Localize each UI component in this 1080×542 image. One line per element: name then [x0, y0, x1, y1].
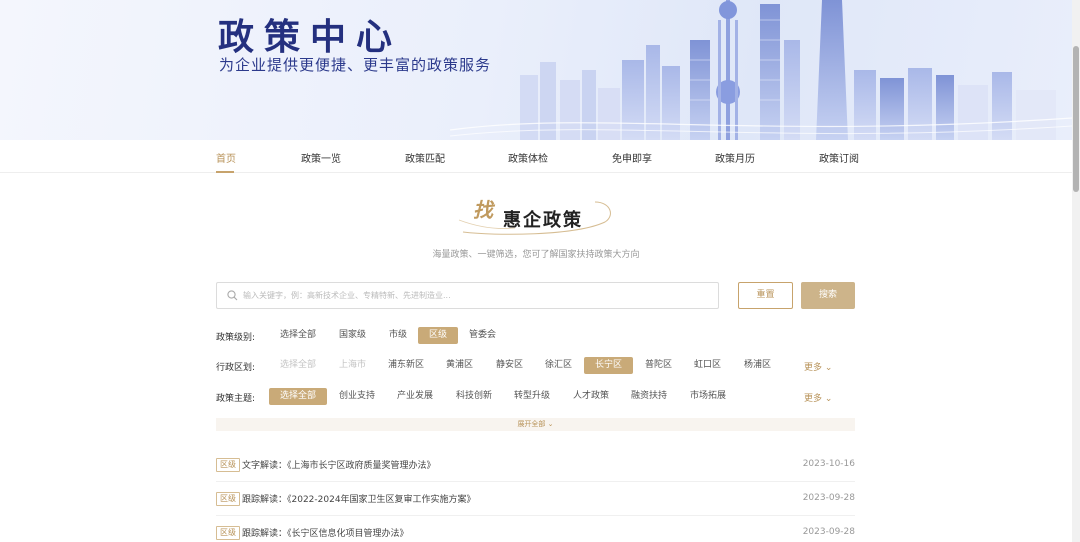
nav-item-policy-match[interactable]: 政策匹配: [405, 150, 445, 165]
filter-more-theme[interactable]: 更多 ⌄: [804, 391, 832, 404]
heading-subtitle: 海量政策、一键筛选，您可了解国家扶持政策大方向: [432, 250, 640, 260]
heading-title: 惠企政策: [503, 210, 583, 231]
filter-chip-district-putuo[interactable]: 普陀区: [634, 357, 683, 374]
filter-chip-theme-market[interactable]: 市场拓展: [679, 388, 737, 405]
search-button[interactable]: 搜索: [801, 282, 855, 309]
nav-item-policy-calendar[interactable]: 政策月历: [715, 150, 755, 165]
filter-chip-level-all[interactable]: 选择全部: [269, 327, 327, 344]
expand-all-label: 展开全部: [517, 420, 546, 428]
policy-list-item[interactable]: 区级 跟踪解读：《2022-2024年国家卫生区复审工作实施方案》 2023-0…: [216, 483, 855, 516]
filter-more-theme-label: 更多: [804, 394, 823, 404]
policy-list-item[interactable]: 区级 跟踪解读：《长宁区信息化项目管理办法》 2023-09-28: [216, 517, 855, 542]
banner-subtitle: 为企业提供更便捷、更丰富的政策服务: [219, 56, 492, 74]
chevron-down-icon: ⌄: [824, 394, 833, 404]
filter-chip-theme-upgrade[interactable]: 转型升级: [503, 388, 561, 405]
filter-chip-district-jingan[interactable]: 静安区: [485, 357, 534, 374]
nav-item-home[interactable]: 首页: [216, 150, 236, 165]
filter-chip-district-changning[interactable]: 长宁区: [584, 357, 634, 374]
filter-label-district: 行政区划:: [216, 363, 256, 373]
filter-more-district[interactable]: 更多 ⌄: [804, 360, 832, 373]
policy-title[interactable]: 跟踪解读：《2022-2024年国家卫生区复审工作实施方案》: [242, 492, 476, 505]
reset-button[interactable]: 重置: [738, 282, 793, 309]
scrollbar-thumb[interactable]: [1073, 46, 1079, 192]
filter-chip-theme-startup[interactable]: 创业支持: [328, 388, 386, 405]
search-box: [216, 282, 719, 309]
filter-chip-district-shanghai[interactable]: 上海市: [328, 357, 377, 374]
nav-active-indicator: [216, 171, 234, 173]
nav-item-policy-subscribe[interactable]: 政策订阅: [819, 150, 859, 165]
chevron-down-icon: ⌄: [547, 420, 554, 428]
nav-item-exempt-apply[interactable]: 免申即享: [612, 150, 652, 165]
main-nav: 首页 政策一览 政策匹配 政策体检 免申即享 政策月历 政策订阅: [0, 140, 1072, 173]
filter-chip-district-huangpu[interactable]: 黄浦区: [435, 357, 484, 374]
filter-more-district-label: 更多: [804, 363, 823, 373]
filter-chip-theme-industry[interactable]: 产业发展: [386, 388, 444, 405]
banner-title: 政策中心: [218, 17, 403, 58]
policy-level-badge: 区级: [216, 458, 240, 472]
chevron-down-icon: ⌄: [824, 363, 833, 373]
policy-list-item[interactable]: 区级 文字解读：《上海市长宁区政府质量奖管理办法》 2023-10-16: [216, 449, 855, 482]
search-input[interactable]: [243, 284, 713, 307]
page-scrollbar[interactable]: [1072, 0, 1080, 542]
filter-chip-theme-all[interactable]: 选择全部: [269, 388, 328, 405]
policy-date: 2023-09-28: [802, 493, 855, 503]
filter-chip-theme-financing[interactable]: 融资扶持: [620, 388, 678, 405]
policy-level-badge: 区级: [216, 526, 240, 540]
filter-chip-level-district[interactable]: 区级: [418, 327, 459, 344]
policy-date: 2023-10-16: [802, 459, 855, 469]
filter-chip-district-hongkou[interactable]: 虹口区: [683, 357, 732, 374]
section-heading: 找 惠企政策: [455, 192, 620, 240]
filter-row-district: 行政区划: 选择全部 上海市 浦东新区 黄浦区 静安区 徐汇区 长宁区 普陀区 …: [216, 357, 856, 375]
filter-label-theme: 政策主题:: [216, 394, 256, 404]
heading-find-glyph: 找: [473, 198, 493, 222]
policy-title[interactable]: 文字解读：《上海市长宁区政府质量奖管理办法》: [242, 458, 436, 471]
filter-label-level: 政策级别:: [216, 333, 256, 343]
policy-title[interactable]: 跟踪解读：《长宁区信息化项目管理办法》: [242, 526, 409, 539]
nav-item-policy-list[interactable]: 政策一览: [301, 150, 341, 165]
filter-chip-level-committee[interactable]: 管委会: [458, 327, 507, 344]
filter-chip-district-all[interactable]: 选择全部: [269, 357, 327, 374]
filter-chip-district-yangpu[interactable]: 杨浦区: [733, 357, 782, 374]
filter-chip-theme-tech[interactable]: 科技创新: [445, 388, 503, 405]
filter-chip-level-national[interactable]: 国家级: [328, 327, 377, 344]
filter-chip-level-city[interactable]: 市级: [378, 327, 418, 344]
nav-item-policy-checkup[interactable]: 政策体检: [508, 150, 548, 165]
search-icon: [227, 290, 238, 301]
filter-chip-district-pudong[interactable]: 浦东新区: [377, 357, 435, 374]
filter-row-theme: 政策主题: 选择全部 创业支持 产业发展 科技创新 转型升级 人才政策 融资扶持…: [216, 388, 856, 406]
city-skyline-illustration: [450, 0, 1072, 140]
filter-row-level: 政策级别: 选择全部 国家级 市级 区级 管委会: [216, 327, 856, 345]
policy-date: 2023-09-28: [802, 527, 855, 537]
filter-chip-theme-talent[interactable]: 人才政策: [562, 388, 620, 405]
filter-chip-district-xuhui[interactable]: 徐汇区: [534, 357, 583, 374]
hero-banner: 政策中心 为企业提供更便捷、更丰富的政策服务: [0, 0, 1072, 140]
policy-level-badge: 区级: [216, 492, 240, 506]
expand-all-button[interactable]: 展开全部 ⌄: [216, 418, 855, 431]
